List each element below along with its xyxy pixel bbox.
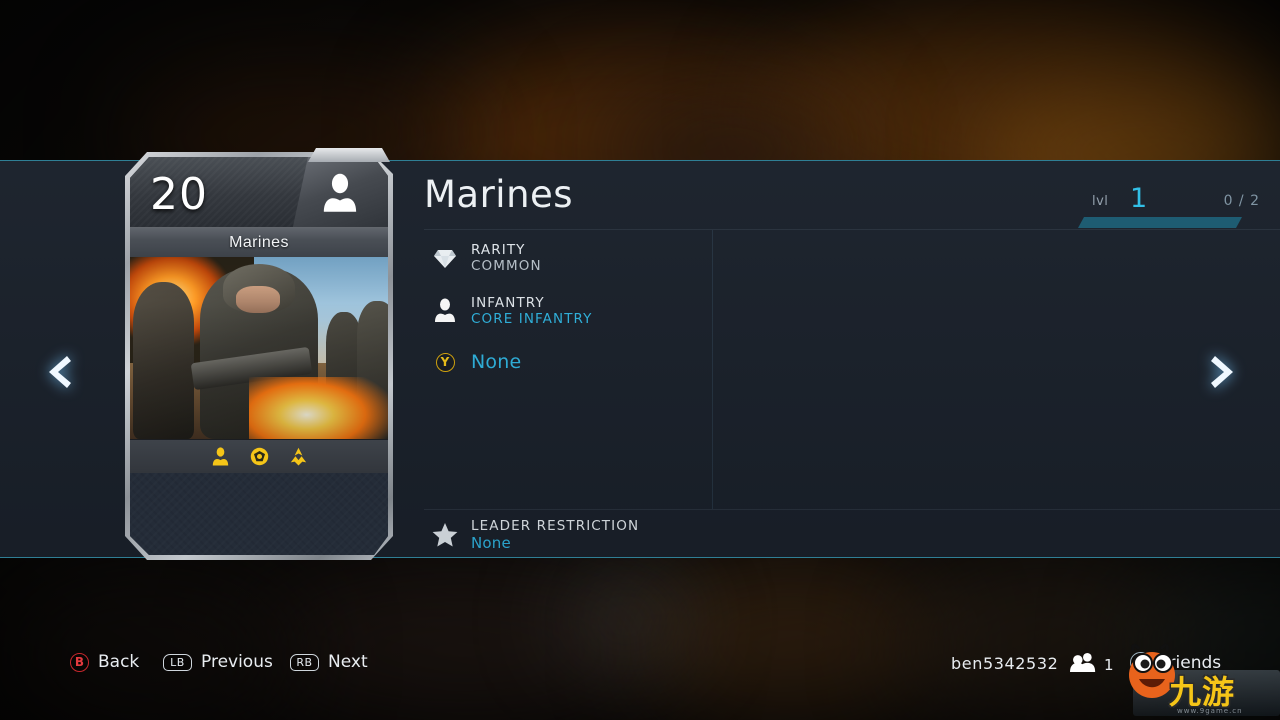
friends-online-indicator: 1	[1070, 652, 1114, 678]
stat-row-rarity: RARITY COMMON	[432, 243, 542, 275]
diamond-icon	[432, 243, 458, 273]
gamertag: ben5342532	[951, 654, 1059, 673]
stat-label: RARITY	[471, 242, 526, 258]
next-label: Next	[328, 652, 368, 672]
stat-row-ability[interactable]: Y None	[432, 347, 521, 377]
bottom-control-bar: B Back LB Previous RB Next ben5342532 1 …	[0, 648, 1280, 688]
level-progress: lvl 1 0 / 2	[1000, 183, 1260, 211]
leader-restriction-label: LEADER RESTRICTION	[471, 518, 640, 534]
friends-group-icon	[1070, 652, 1096, 678]
ability-value: None	[471, 351, 522, 373]
card-cost-bar: 20	[130, 157, 388, 231]
infantry-icon	[432, 296, 458, 326]
watermark-subtext: www.9game.cn	[1177, 707, 1243, 715]
lb-button-icon: LB	[163, 653, 192, 671]
star-icon	[432, 519, 458, 549]
card-artwork	[130, 257, 388, 439]
stat-value: COMMON	[471, 258, 542, 274]
xp-progress-bar	[1078, 217, 1242, 228]
card-preview[interactable]: 20 Marines	[125, 148, 393, 560]
xp-counter: 0 / 2	[1223, 193, 1260, 209]
anti-air-icon	[289, 447, 308, 467]
card-cost-value: 20	[150, 169, 208, 220]
card-type-infantry-icon	[292, 157, 388, 231]
card-inner: 20 Marines	[130, 157, 388, 555]
card-top-tab	[308, 148, 390, 162]
previous-prompt[interactable]: LB Previous	[163, 652, 273, 672]
stat-label: INFANTRY	[471, 295, 545, 311]
card-detail-column: Marines lvl 1 0 / 2 RARITY COMMON INFANT…	[424, 161, 1280, 559]
back-label: Back	[98, 652, 140, 672]
page-title: Marines	[424, 173, 574, 216]
card-trait-icons	[130, 439, 388, 473]
previous-label: Previous	[201, 652, 273, 672]
stat-row-infantry: INFANTRY CORE INFANTRY	[432, 296, 593, 328]
previous-card-arrow[interactable]	[34, 348, 82, 396]
next-prompt[interactable]: RB Next	[290, 652, 368, 672]
anti-vehicle-icon	[250, 447, 269, 466]
site-watermark: 九游 www.9game.cn	[1129, 643, 1280, 720]
y-button-icon: Y	[432, 347, 458, 377]
card-lower-body	[130, 473, 388, 555]
stat-value: CORE INFANTRY	[471, 311, 593, 327]
rb-button-icon: RB	[290, 653, 319, 671]
level-value: 1	[1130, 183, 1148, 214]
b-button-icon: B	[70, 652, 89, 672]
leader-restriction-value: None	[471, 534, 511, 552]
friends-count: 1	[1104, 656, 1114, 674]
next-card-arrow[interactable]	[1200, 348, 1248, 396]
anti-infantry-icon	[211, 446, 230, 467]
back-prompt[interactable]: B Back	[70, 652, 139, 672]
card-name-banner: Marines	[130, 227, 388, 257]
level-label: lvl	[1092, 194, 1109, 209]
card-name: Marines	[229, 233, 289, 251]
stat-row-leader-restriction: LEADER RESTRICTION None	[432, 519, 639, 553]
